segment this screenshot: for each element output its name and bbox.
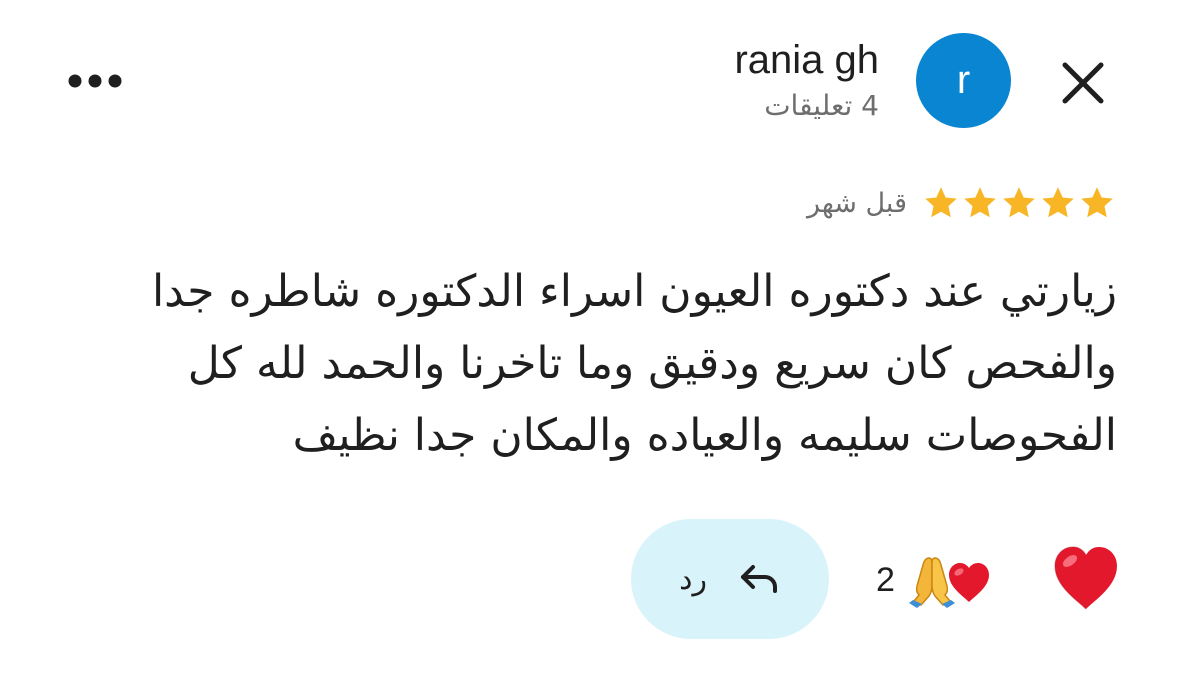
reply-label: رد: [679, 561, 707, 597]
reaction-count: 2: [876, 560, 895, 599]
avatar-letter: r: [956, 58, 971, 102]
heart-reaction-button[interactable]: [1050, 543, 1122, 613]
heart-emoji: [1054, 546, 1117, 610]
reply-button[interactable]: رد: [631, 519, 829, 639]
star-icon: [964, 187, 996, 218]
star-icon: [925, 187, 957, 218]
star-rating: [923, 185, 1115, 221]
avatar[interactable]: r: [916, 33, 1011, 128]
review-card: r rania gh 4 تعليقات قبل شهر زيارتي عند …: [0, 0, 1179, 688]
rating-row: قبل شهر: [807, 180, 1115, 226]
author-name[interactable]: rania gh: [734, 38, 879, 82]
review-text: زيارتي عند دكتوره العيون اسراء الدكتوره …: [137, 266, 1117, 461]
reactions-summary[interactable]: 2: [876, 548, 991, 612]
star-icon: [1003, 187, 1035, 218]
more-options-button[interactable]: [66, 68, 124, 94]
star-icon: [1042, 187, 1074, 218]
more-horizontal-icon: [68, 74, 122, 88]
author-review-count: 4 تعليقات: [764, 89, 879, 122]
review-date: قبل شهر: [806, 187, 907, 219]
reply-arrow-icon: [740, 565, 777, 593]
author-block: rania gh 4 تعليقات: [734, 38, 879, 126]
close-icon: [1062, 62, 1104, 104]
close-button[interactable]: [1058, 58, 1108, 108]
star-icon: [1081, 187, 1113, 218]
heart-emoji: [948, 563, 989, 602]
reaction-icons: [901, 552, 991, 608]
